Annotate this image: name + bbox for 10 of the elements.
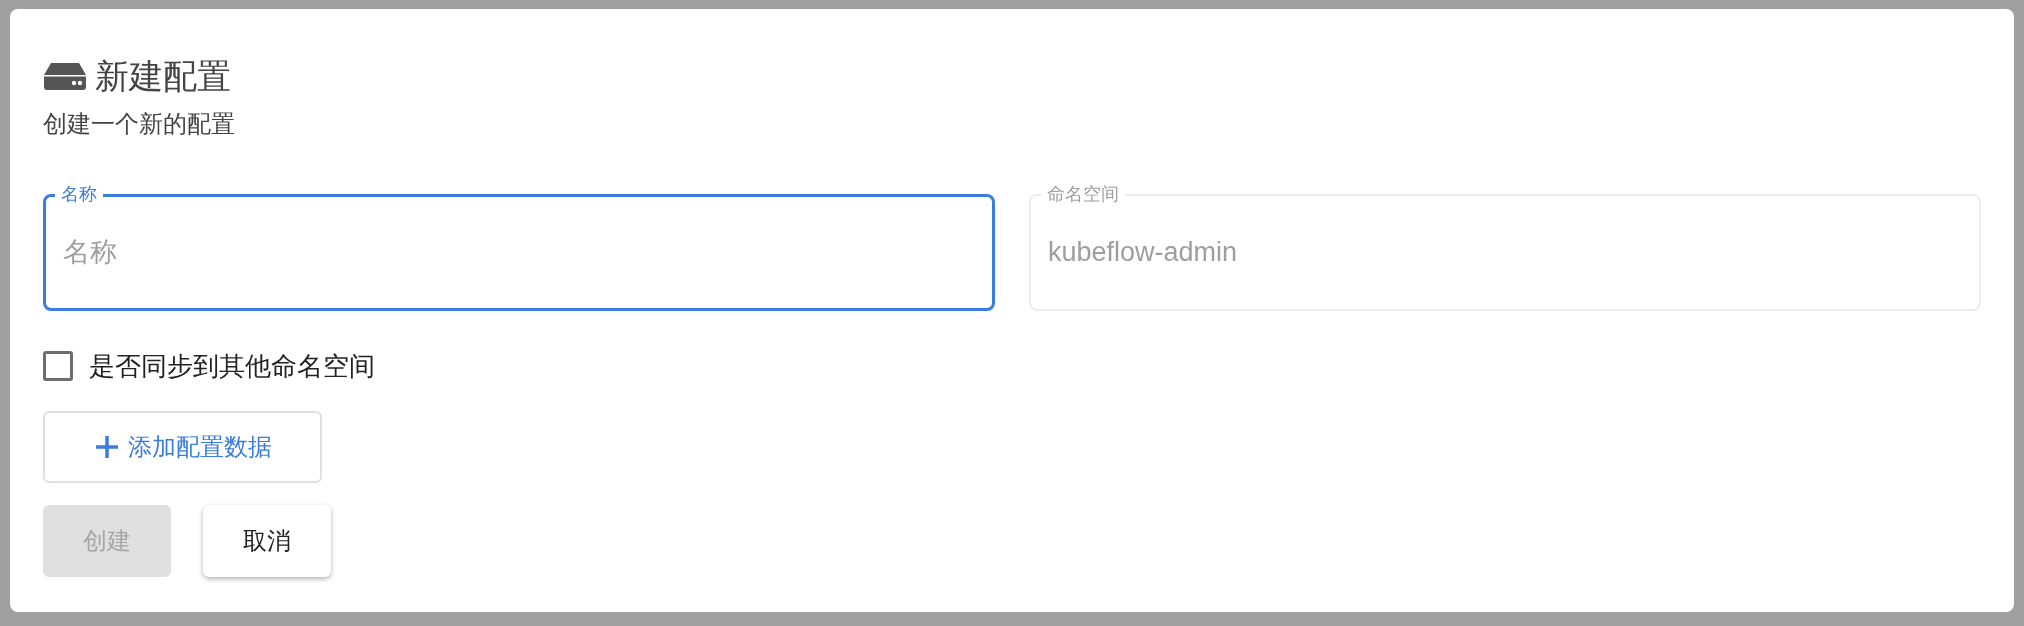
drive-icon — [43, 61, 87, 91]
plus-icon — [93, 434, 120, 460]
checkbox-label: 是否同步到其他命名空间 — [89, 350, 375, 383]
field-label: 名称 — [55, 182, 103, 206]
dialog-subtitle: 创建一个新的配置 — [43, 109, 236, 139]
add-data-button[interactable]: 添加配置数据 — [43, 411, 322, 483]
checkbox[interactable] — [43, 351, 73, 381]
dialog-title: 新建配置 — [95, 56, 231, 97]
field-label: 命名空间 — [1041, 182, 1125, 206]
cancel-button[interactable]: 取消 — [203, 505, 331, 577]
